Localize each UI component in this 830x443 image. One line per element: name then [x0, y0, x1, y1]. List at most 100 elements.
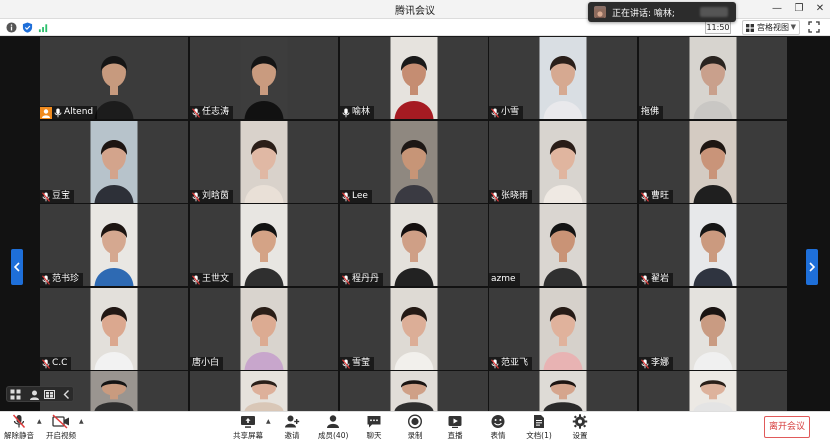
- participant-name: 范亚飞: [501, 358, 529, 368]
- video-tile[interactable]: 曹旺: [639, 121, 787, 203]
- participant-name: 任志涛: [202, 107, 230, 117]
- video-tile[interactable]: [190, 371, 338, 411]
- video-tile[interactable]: 唐小白: [190, 288, 338, 370]
- video-tile[interactable]: 程丹丹: [340, 204, 488, 286]
- meeting-toolbar: 解除静音 ▲ 开启视频 ▲ 共享屏幕 ▲ 邀请 成员(40) 聊天 录制 直播 …: [0, 411, 830, 443]
- participant-nameplate: 翟岩: [639, 273, 674, 286]
- participant-name: 程丹丹: [352, 274, 380, 284]
- participant-name: 范书珍: [52, 274, 80, 284]
- document-icon: [534, 415, 544, 428]
- participant-name: azme: [491, 274, 516, 284]
- participant-nameplate: Altend: [40, 106, 98, 119]
- muted-mic-icon: [342, 358, 350, 369]
- record-button[interactable]: 录制: [403, 414, 427, 442]
- video-tile[interactable]: 范亚飞: [489, 288, 637, 370]
- participant-nameplate: 唐小白: [190, 357, 224, 370]
- live-stream-icon: [448, 416, 462, 428]
- restore-icon[interactable]: ❐: [792, 2, 806, 16]
- members-label: 成员(40): [318, 431, 349, 440]
- fullscreen-icon[interactable]: [808, 21, 820, 33]
- participant-name: Lee: [352, 191, 368, 201]
- members-button[interactable]: 成员(40): [318, 414, 348, 442]
- floating-view-controls: [6, 386, 74, 402]
- previous-page-button[interactable]: [11, 249, 23, 285]
- video-tile[interactable]: [489, 371, 637, 411]
- participant-video-feed: [639, 371, 787, 411]
- invite-label: 邀请: [284, 431, 300, 440]
- info-icon[interactable]: [6, 22, 17, 33]
- video-tile[interactable]: 拖佛: [639, 37, 787, 119]
- mic-icon: [54, 108, 62, 117]
- live-stream-button[interactable]: 直播: [443, 414, 467, 442]
- reaction-button[interactable]: 表情: [486, 414, 510, 442]
- self-view-icon[interactable]: [29, 389, 40, 400]
- share-screen-label: 共享屏幕: [233, 431, 263, 440]
- video-tile[interactable]: azme: [489, 204, 637, 286]
- video-tile[interactable]: 翟岩: [639, 204, 787, 286]
- video-tile[interactable]: Altend: [40, 37, 188, 119]
- mic-options-caret[interactable]: ▲: [37, 418, 42, 425]
- chat-label: 聊天: [366, 431, 382, 440]
- video-tile[interactable]: 张晓雨: [489, 121, 637, 203]
- video-tile[interactable]: 小雪: [489, 37, 637, 119]
- participant-nameplate: azme: [489, 273, 520, 286]
- video-tile[interactable]: 刘晗茵: [190, 121, 338, 203]
- collapse-panel-icon[interactable]: [61, 389, 72, 400]
- chat-button[interactable]: 聊天: [362, 414, 386, 442]
- start-video-button[interactable]: 开启视频: [46, 414, 76, 442]
- meeting-clock: 11:50: [705, 21, 731, 34]
- muted-mic-icon: [42, 358, 50, 369]
- muted-mic-icon: [342, 274, 350, 285]
- share-screen-icon: [241, 416, 255, 428]
- chevron-right-icon: [809, 262, 815, 272]
- leave-meeting-button[interactable]: 离开会议: [764, 416, 810, 438]
- minimize-icon[interactable]: —: [770, 2, 784, 16]
- muted-mic-icon: [342, 191, 350, 202]
- record-label: 录制: [407, 431, 423, 440]
- video-tile[interactable]: 任志涛: [190, 37, 338, 119]
- muted-mic-icon: [12, 414, 26, 428]
- participant-nameplate: C.C: [40, 357, 72, 370]
- video-tile[interactable]: [639, 371, 787, 411]
- view-mode-dropdown[interactable]: 宫格视图 ▼: [742, 20, 800, 35]
- video-tile[interactable]: 李娜: [639, 288, 787, 370]
- close-icon[interactable]: ✕: [813, 2, 827, 16]
- share-options-caret[interactable]: ▲: [266, 418, 271, 425]
- video-options-caret[interactable]: ▲: [79, 418, 84, 425]
- video-off-icon: [52, 414, 69, 429]
- settings-button[interactable]: 设置: [568, 414, 592, 442]
- video-tile[interactable]: Lee: [340, 121, 488, 203]
- participant-nameplate: 刘晗茵: [190, 190, 234, 203]
- unmute-button[interactable]: 解除静音: [4, 414, 34, 442]
- video-stage: Altend 任志涛 喻林 小雪 拖佛豆宝 刘晗茵 Lee 张晓雨 曹旺范书珍 王世文 程丹丹 azm…: [0, 37, 830, 411]
- signal-strength-icon[interactable]: [38, 22, 49, 33]
- video-tile[interactable]: 喻林: [340, 37, 488, 119]
- next-page-button[interactable]: [806, 249, 818, 285]
- invite-button[interactable]: 邀请: [280, 414, 304, 442]
- participant-name: 翟岩: [651, 274, 670, 284]
- video-tile[interactable]: 范书珍: [40, 204, 188, 286]
- start-video-label: 开启视频: [46, 431, 76, 440]
- video-tile[interactable]: 豆宝: [40, 121, 188, 203]
- participant-name: 唐小白: [192, 358, 220, 368]
- security-shield-icon[interactable]: [22, 22, 33, 33]
- share-screen-button[interactable]: 共享屏幕: [232, 414, 264, 442]
- participant-name: 喻林: [352, 107, 371, 117]
- chevron-down-icon: ▼: [790, 23, 796, 31]
- video-tile[interactable]: [340, 371, 488, 411]
- participant-nameplate: 范书珍: [40, 273, 84, 286]
- gallery-view-icon[interactable]: [44, 389, 55, 400]
- participant-name: 张晓雨: [501, 191, 529, 201]
- host-badge-icon: [40, 106, 52, 119]
- video-tile[interactable]: 雪莹: [340, 288, 488, 370]
- record-icon: [407, 414, 423, 429]
- participant-name: 拖佛: [641, 107, 660, 117]
- video-tile[interactable]: 王世文: [190, 204, 338, 286]
- participant-nameplate: 喻林: [340, 106, 375, 119]
- documents-button[interactable]: 文档(1): [525, 414, 553, 442]
- video-tile[interactable]: C.C: [40, 288, 188, 370]
- blurred-name: [700, 7, 728, 17]
- layout-grid-icon[interactable]: [10, 389, 21, 400]
- unmute-label: 解除静音: [4, 431, 34, 440]
- participant-name: 曹旺: [651, 191, 670, 201]
